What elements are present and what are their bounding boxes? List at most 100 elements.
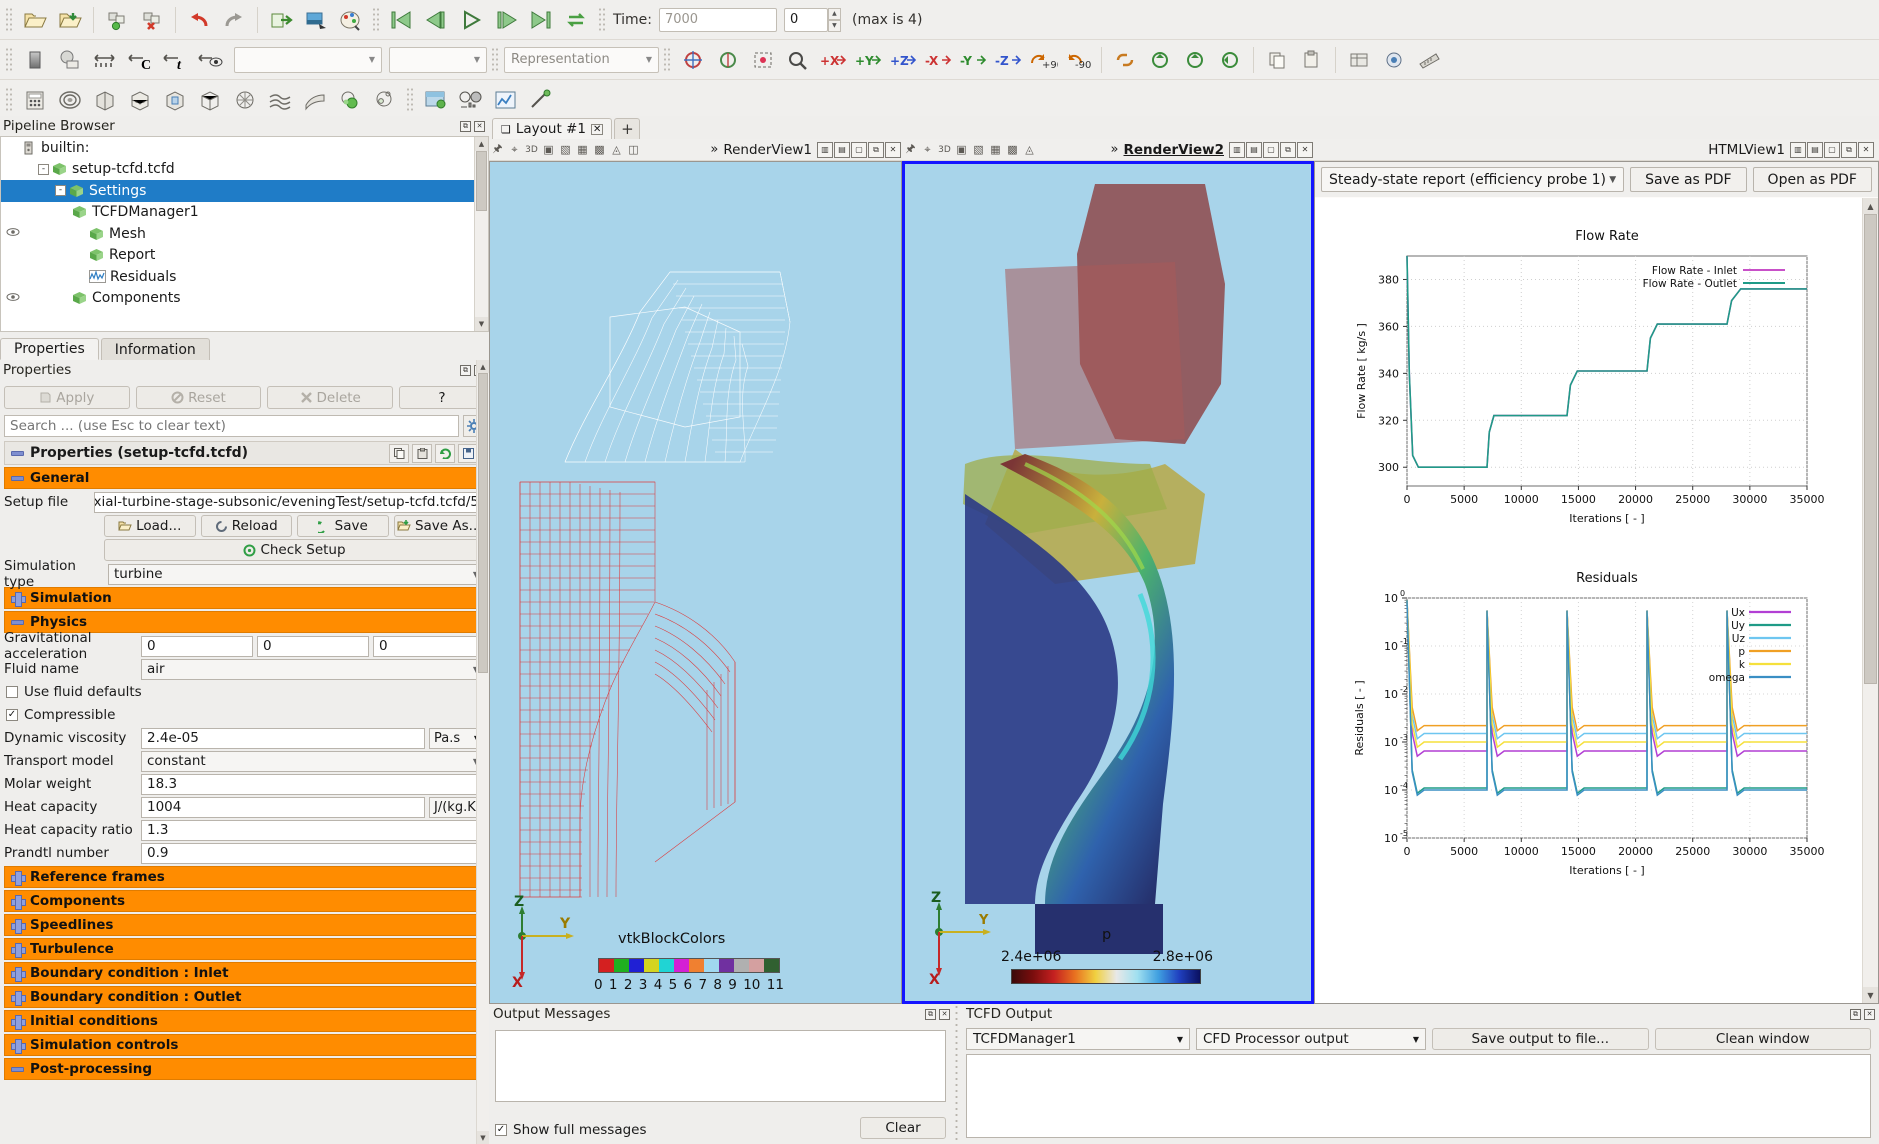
camera-icon[interactable]: ▣ [953, 142, 970, 158]
expand-icon[interactable] [11, 919, 24, 932]
expand-icon[interactable] [11, 1015, 24, 1028]
clean-window-button[interactable]: Clean window [1655, 1028, 1872, 1050]
tcfd-report-icon[interactable] [454, 83, 488, 117]
gravity-y-input[interactable]: 0 [257, 636, 369, 657]
section-speedlines[interactable]: Speedlines [4, 914, 485, 936]
slice-icon[interactable] [123, 83, 157, 117]
scroll-up-icon[interactable]: ▲ [475, 137, 488, 151]
tab-information[interactable]: Information [101, 338, 210, 360]
frame-stepper[interactable]: ▲▼ [828, 8, 841, 32]
use-fluid-defaults-checkbox[interactable] [6, 686, 18, 698]
undock-icon[interactable]: ⧉ [868, 142, 884, 158]
collapse-icon[interactable] [11, 451, 24, 456]
copy-view-icon[interactable] [1260, 43, 1294, 77]
collapse-icon[interactable] [11, 476, 24, 481]
color-map-editor-icon[interactable] [1377, 43, 1411, 77]
select-cells-icon[interactable]: ▧ [557, 142, 574, 158]
pipeline-item-components[interactable]: Components [1, 288, 488, 310]
solid-color-icon[interactable] [18, 43, 52, 77]
check-setup-button[interactable]: Check Setup [104, 539, 485, 561]
loop-icon[interactable] [560, 3, 594, 37]
tcfd-probe-icon[interactable] [524, 83, 558, 117]
clip-icon[interactable] [88, 83, 122, 117]
undock-icon[interactable]: ⧉ [460, 365, 471, 376]
render-view-2[interactable]: Z Y X p 2.4e+06 2.8e+06 [902, 161, 1314, 1004]
glyph-icon[interactable] [228, 83, 262, 117]
palette-icon[interactable] [334, 3, 368, 37]
save-as-button[interactable]: Save As... [394, 515, 486, 537]
property-input[interactable]: 2.4e-05 [141, 728, 425, 749]
reload-button[interactable]: Reload [201, 515, 293, 537]
pipeline-item-mesh[interactable]: Mesh [1, 223, 488, 245]
renderview1-name[interactable]: RenderView1 [718, 142, 817, 158]
toolbar-grip[interactable] [406, 87, 415, 113]
camera-reset-icon[interactable] [1213, 43, 1247, 77]
redo-icon[interactable] [217, 3, 251, 37]
hover-points-icon[interactable]: ◫ [625, 142, 642, 158]
frame-input[interactable]: 0 [784, 8, 828, 32]
time-input[interactable]: 7000 [659, 8, 777, 32]
render-view-1[interactable]: Z Y X vtkBlockColors 0123456 [489, 161, 902, 1004]
save-state-icon[interactable] [100, 3, 134, 37]
delete-button[interactable]: Delete [267, 386, 393, 409]
close-icon[interactable]: ✕ [1297, 142, 1313, 158]
tcfd-chart-icon[interactable] [489, 83, 523, 117]
scroll-down-icon[interactable]: ▼ [475, 317, 488, 331]
toggle-3d-icon[interactable]: 3D [936, 142, 953, 158]
show-full-messages-checkbox[interactable]: ✓ [495, 1124, 507, 1136]
undock-icon[interactable]: ⧉ [1280, 142, 1296, 158]
scroll-up-icon[interactable]: ▲ [477, 360, 489, 373]
save-defaults-icon[interactable] [458, 444, 478, 463]
search-input[interactable] [4, 415, 459, 437]
connect-icon[interactable] [264, 3, 298, 37]
split-horizontal-icon[interactable]: ▥ [817, 142, 833, 158]
undo-icon[interactable] [182, 3, 216, 37]
pipeline-item-builtin[interactable]: builtin: [1, 137, 488, 159]
section-general[interactable]: General [4, 467, 485, 489]
toolbar-grip[interactable] [5, 7, 14, 33]
split-horizontal-icon[interactable]: ▥ [1229, 142, 1245, 158]
interactive-select-icon[interactable]: ◬ [608, 142, 625, 158]
section-boundary-condition-outlet[interactable]: Boundary condition : Outlet [4, 986, 485, 1008]
pipeline-item-settings[interactable]: -Settings [1, 180, 488, 202]
reset-camera-z-icon[interactable]: +Z [886, 43, 920, 77]
screenshot-icon[interactable] [299, 3, 333, 37]
cfd-processor-select[interactable]: CFD Processor output▼ [1196, 1028, 1426, 1050]
surface-representation-icon[interactable] [53, 43, 87, 77]
toggle-3d-icon[interactable]: 3D [523, 142, 540, 158]
toolbar-grip[interactable] [598, 7, 607, 33]
pipeline-item-setup-tcfd-tcfd[interactable]: -setup-tcfd.tcfd [1, 159, 488, 181]
pipeline-item-residuals[interactable]: Residuals [1, 266, 488, 288]
calculator-icon[interactable] [18, 83, 52, 117]
contour-icon[interactable] [53, 83, 87, 117]
camera-link-icon[interactable] [1108, 43, 1142, 77]
properties-group-header[interactable]: Properties (setup-tcfd.tcfd) [4, 441, 485, 465]
toolbar-grip[interactable] [372, 7, 381, 33]
property-input[interactable]: 0.9 [141, 843, 485, 864]
extract-level-icon[interactable] [368, 83, 402, 117]
compressible-checkbox[interactable]: ✓ [6, 709, 18, 721]
stream-tracer-icon[interactable] [263, 83, 297, 117]
undock-icon[interactable]: ⧉ [1841, 142, 1857, 158]
expand-icon[interactable] [11, 1039, 24, 1052]
group-datasets-icon[interactable] [333, 83, 367, 117]
expand-icon[interactable] [11, 871, 24, 884]
tab-properties[interactable]: Properties [0, 338, 99, 360]
pick-icon[interactable]: 🖈 [902, 142, 919, 158]
section-turbulence[interactable]: Turbulence [4, 938, 485, 960]
split-horizontal-icon[interactable]: ▥ [1790, 142, 1806, 158]
property-input[interactable]: 1004 [141, 797, 425, 818]
collapse-icon[interactable] [11, 620, 24, 625]
spreadsheet-icon[interactable] [1342, 43, 1376, 77]
collapse-icon[interactable] [11, 1067, 24, 1072]
toolbar-grip[interactable] [5, 87, 14, 113]
maximize-icon[interactable]: ▢ [851, 142, 867, 158]
reset-camera-negz-icon[interactable]: -Z [991, 43, 1025, 77]
select-block-icon[interactable]: ▩ [591, 142, 608, 158]
undock-icon[interactable]: ⧉ [925, 1009, 936, 1020]
close-icon[interactable]: ✕ [591, 124, 603, 135]
toolbar-grip[interactable] [5, 47, 14, 73]
eye-icon[interactable] [5, 292, 21, 305]
maximize-icon[interactable]: ▢ [1263, 142, 1279, 158]
select-points-icon[interactable]: ▦ [987, 142, 1004, 158]
